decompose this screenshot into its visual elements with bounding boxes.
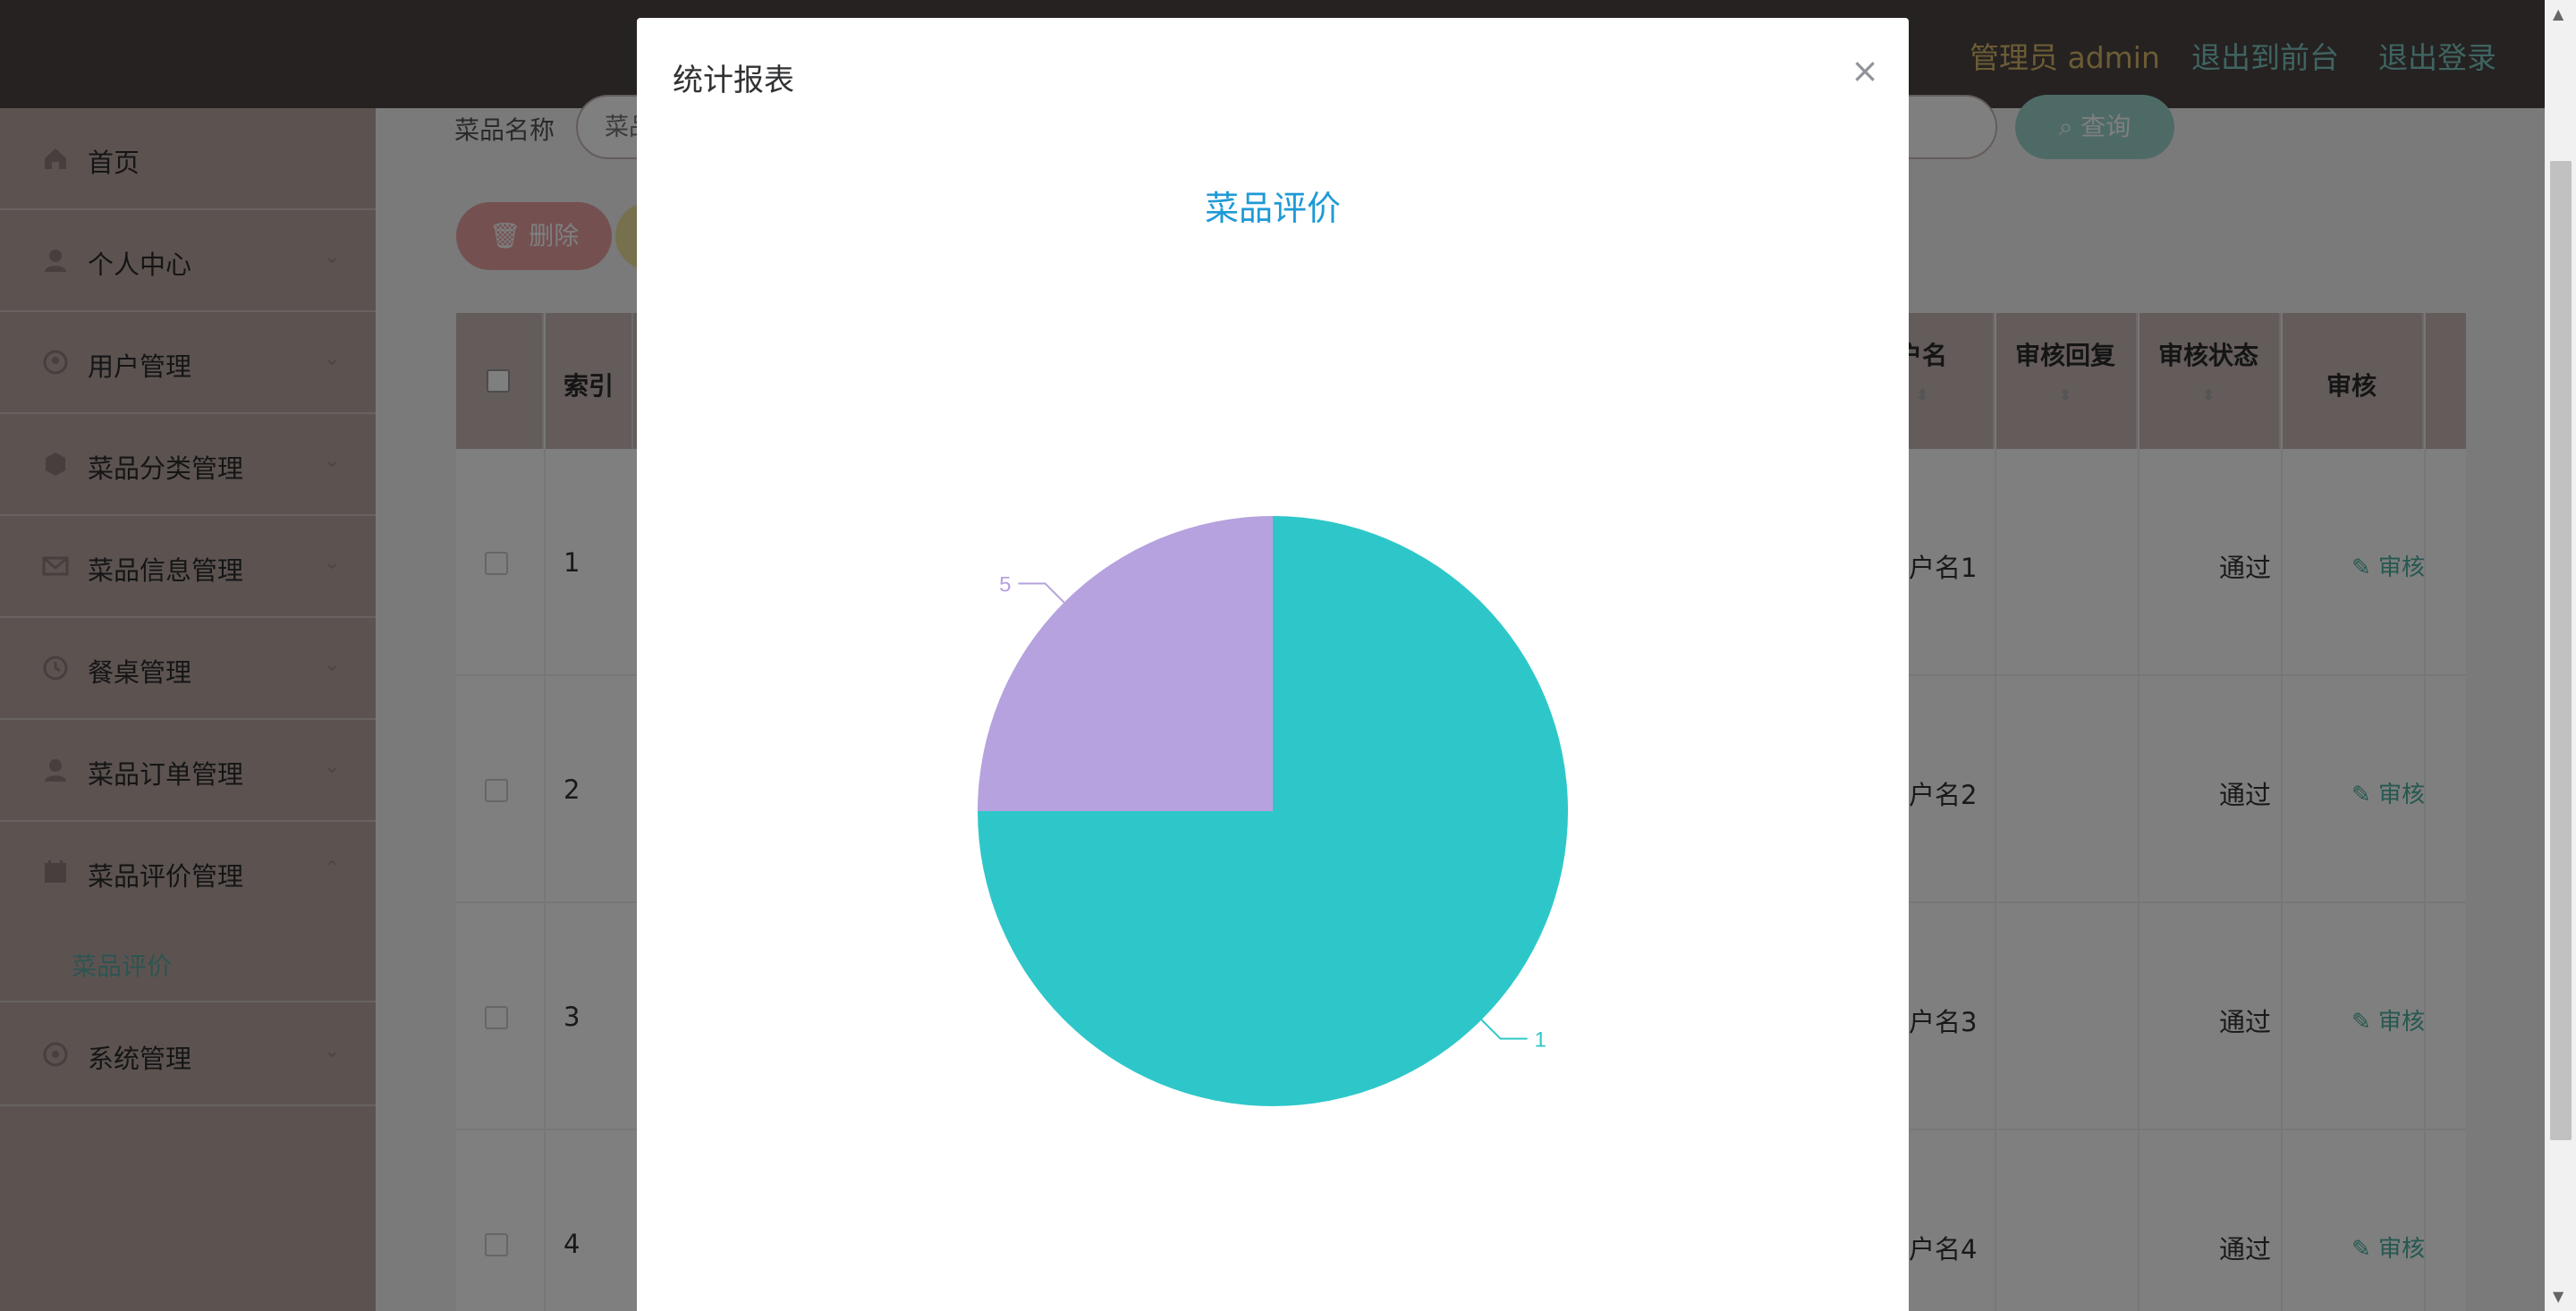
scroll-up-icon[interactable]: ▲ <box>2553 5 2563 22</box>
scroll-down-icon[interactable]: ▼ <box>2553 1288 2563 1305</box>
pie-label: 1 <box>1535 1028 1546 1053</box>
chart-title: 菜品评价 <box>1205 190 1341 228</box>
pie-label-line <box>1018 582 1065 604</box>
pie-slice-5[interactable] <box>978 516 1273 811</box>
pie-chart: 菜品评价 1 5 <box>978 190 1568 1106</box>
pie-slices <box>978 516 1568 1106</box>
stats-modal: 统计报表 × 菜品评价 15 <box>637 18 1909 1311</box>
page-scrollbar[interactable]: ▲ ▼ <box>2545 0 2576 1311</box>
pie-label-line <box>1480 1019 1528 1040</box>
pie-label: 5 <box>999 572 1011 596</box>
scrollbar-thumb[interactable] <box>2550 161 2572 1140</box>
